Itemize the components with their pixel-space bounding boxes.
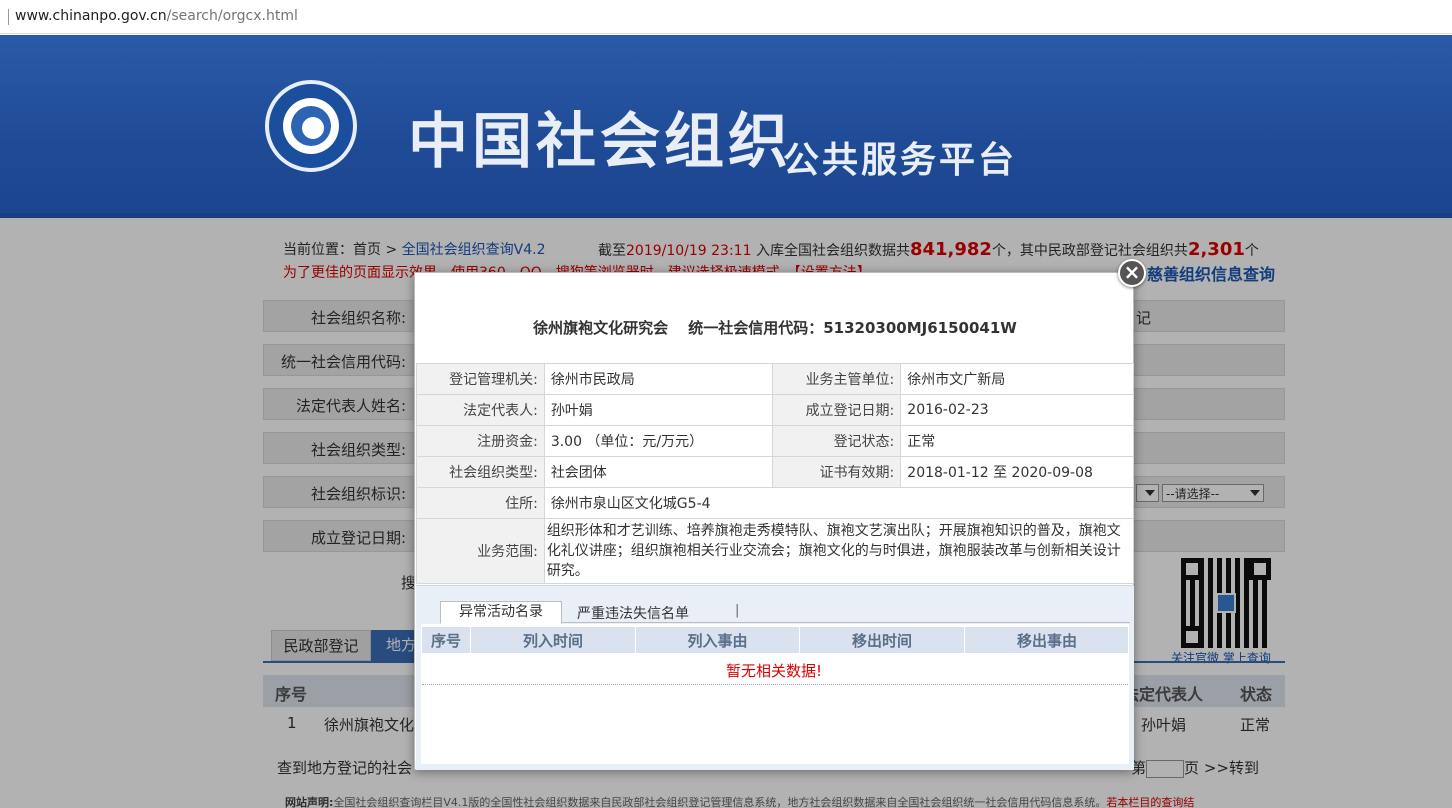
site-logo-emblem-icon: [265, 80, 357, 172]
value-reg-authority: 徐州市民政局: [543, 363, 774, 395]
label-reg-date: 成立登记日期:: [772, 394, 902, 426]
modal-title: 徐州旗袍文化研究会 统一社会信用代码：51320300MJ6150041W: [533, 319, 1017, 337]
label-business-scope: 业务范围:: [416, 518, 545, 584]
label-capital: 注册资金:: [416, 425, 545, 457]
value-capital: 3.00 （单位：元/万元）: [543, 425, 774, 457]
abnormal-activity-panel: 序号 列入时间 列入事由 移出时间 移出事由 暂无相关数据!: [421, 624, 1129, 764]
value-address: 徐州市泉山区文化城G5-4: [543, 487, 1135, 519]
value-reg-date: 2016-02-23: [900, 394, 1134, 426]
value-legal-rep: 孙叶娟: [543, 394, 774, 426]
org-detail-modal: 徐州旗袍文化研究会 统一社会信用代码：51320300MJ6150041W 登记管…: [414, 272, 1135, 770]
site-header-banner: 中国社会组织 公共服务平台: [0, 35, 1452, 218]
label-legal-rep: 法定代表人:: [416, 394, 545, 426]
records-table-header: 序号 列入时间 列入事由 移出时间 移出事由: [422, 627, 1128, 653]
label-address: 住所:: [416, 487, 545, 519]
text-caret: [8, 9, 9, 25]
label-reg-authority: 登记管理机关:: [416, 363, 545, 395]
tab-serious-violation[interactable]: 严重违法失信名单: [577, 603, 689, 623]
credit-records-tabs: 异常活动名录 严重违法失信名单 |: [440, 601, 1130, 624]
no-data-message: 暂无相关数据!: [725, 662, 822, 680]
value-reg-status: 正常: [900, 425, 1134, 457]
close-icon[interactable]: ×: [1118, 259, 1146, 287]
label-cert-validity: 证书有效期:: [772, 456, 902, 488]
value-supervisor: 徐州市文广新局: [900, 363, 1134, 395]
credit-records-section: 异常活动名录 严重违法失信名单 | 序号 列入时间 列入事由 移出时间 移出事由…: [416, 585, 1134, 770]
org-info-table: 登记管理机关: 徐州市民政局 业务主管单位: 徐州市文广新局 法定代表人: 孙叶…: [416, 363, 1135, 584]
label-reg-status: 登记状态:: [772, 425, 902, 457]
value-business-scope: 组织形体和才艺训练、培养旗袍走秀模特队、旗袍文艺演出队；开展旗袍知识的普及，旗袍…: [543, 518, 1135, 584]
label-supervisor: 业务主管单位:: [772, 363, 902, 395]
tab-abnormal-activity[interactable]: 异常活动名录: [440, 601, 562, 624]
site-title: 中国社会组织: [408, 107, 792, 177]
value-org-type: 社会团体: [543, 456, 774, 488]
browser-address-bar[interactable]: www.chinanpo.gov.cn/search/orgcx.html: [0, 0, 1452, 34]
url-text[interactable]: www.chinanpo.gov.cn/search/orgcx.html: [15, 8, 298, 24]
value-cert-validity: 2018-01-12 至 2020-09-08: [900, 456, 1134, 488]
label-org-type: 社会组织类型:: [416, 456, 545, 488]
divider: [422, 684, 1128, 685]
tab-separator: |: [735, 603, 740, 618]
site-subtitle: 公共服务平台: [783, 140, 1018, 181]
